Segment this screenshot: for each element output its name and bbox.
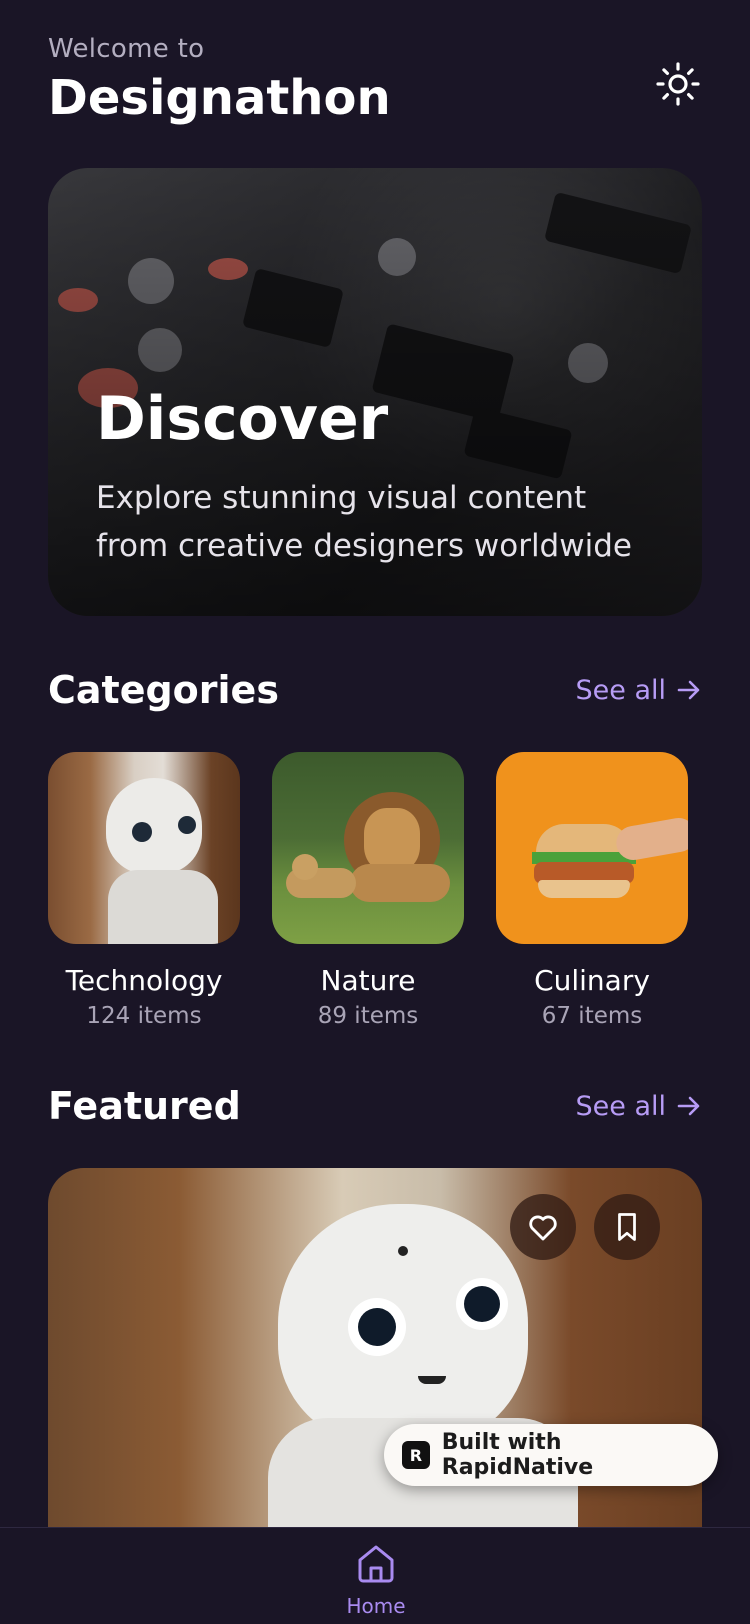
category-count: 124 items xyxy=(86,1003,202,1029)
app-title: Designathon xyxy=(48,70,391,126)
category-count: 89 items xyxy=(317,1003,419,1029)
see-all-label: See all xyxy=(575,674,667,706)
category-card-culinary[interactable]: Culinary 67 items xyxy=(496,752,688,1029)
category-card-nature[interactable]: Nature 89 items xyxy=(272,752,464,1029)
featured-title: Featured xyxy=(48,1084,241,1128)
heart-icon xyxy=(529,1215,557,1241)
arrow-right-icon xyxy=(677,1096,700,1116)
bottom-navigation: Home xyxy=(0,1527,750,1624)
category-card-technology[interactable]: Technology 124 items xyxy=(48,752,240,1029)
welcome-text: Welcome to xyxy=(48,34,205,64)
built-with-badge[interactable]: R Built with RapidNative xyxy=(384,1424,718,1486)
home-screen: Welcome to Designathon Discover Explore … xyxy=(0,0,750,1624)
hero-banner[interactable]: Discover Explore stunning visual content… xyxy=(48,168,702,616)
nav-item-home[interactable]: Home xyxy=(336,1542,416,1618)
category-name: Nature xyxy=(320,964,416,997)
bookmark-button[interactable] xyxy=(594,1194,660,1260)
category-image-culinary xyxy=(496,752,688,944)
category-name: Culinary xyxy=(534,964,650,997)
theme-toggle-button[interactable] xyxy=(652,58,704,110)
rapidnative-logo-icon: R xyxy=(402,1441,430,1469)
category-image-technology xyxy=(48,752,240,944)
hero-subtitle: Explore stunning visual content from cre… xyxy=(96,480,632,564)
categories-title: Categories xyxy=(48,668,279,712)
hero-title: Discover xyxy=(96,384,389,454)
category-count: 67 items xyxy=(541,1003,643,1029)
header: Welcome to Designathon xyxy=(48,34,391,126)
see-all-label: See all xyxy=(575,1090,667,1122)
categories-list: Technology 124 items Nature 89 items Cul… xyxy=(48,752,688,1029)
bookmark-icon xyxy=(618,1213,636,1241)
badge-label: Built with RapidNative xyxy=(441,1430,594,1480)
like-button[interactable] xyxy=(510,1194,576,1260)
category-image-nature xyxy=(272,752,464,944)
featured-header: Featured See all xyxy=(48,1084,702,1128)
category-name: Technology xyxy=(65,964,223,997)
featured-see-all-link[interactable]: See all xyxy=(576,1091,703,1122)
arrow-right-icon xyxy=(677,680,700,700)
home-icon xyxy=(358,1545,394,1583)
nav-label-home: Home xyxy=(346,1594,406,1618)
categories-see-all-link[interactable]: See all xyxy=(576,675,703,706)
sun-icon xyxy=(656,62,700,106)
categories-header: Categories See all xyxy=(48,668,702,712)
